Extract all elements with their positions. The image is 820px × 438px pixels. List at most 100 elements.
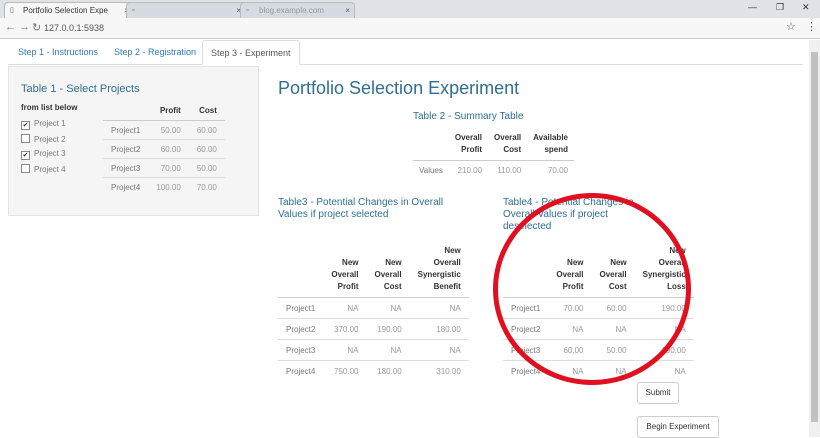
table-cell: 60.00 xyxy=(548,339,592,361)
table-row: Project3 NA NA NA xyxy=(278,339,469,361)
bookmark-star-icon[interactable]: ☆ xyxy=(786,20,796,33)
table-cell: 100.00 xyxy=(148,177,189,196)
close-tab-icon[interactable]: × xyxy=(345,3,350,18)
table-cell: NA xyxy=(548,360,592,381)
page-favicon-icon: ▯ xyxy=(10,7,14,14)
table-header: New Overall Synergistic Loss xyxy=(634,243,694,298)
table-cell: Project3 xyxy=(503,339,549,361)
close-window-icon[interactable]: ✕ xyxy=(802,2,810,13)
checkbox-box[interactable]: ✔ xyxy=(21,151,30,160)
summary-table: Overall Profit Overall Cost Available sp… xyxy=(413,130,574,179)
table-cell: 110.00 xyxy=(497,165,522,175)
table-row: Project4 100.00 70.00 xyxy=(103,177,225,196)
page-title: Portfolio Selection Experiment xyxy=(278,78,520,98)
tab-registration[interactable]: Step 2 - Registration xyxy=(106,40,204,64)
forward-icon[interactable]: → xyxy=(19,21,30,33)
table-header: Profit xyxy=(148,101,189,121)
table-cell: Project1 xyxy=(103,120,149,140)
table-header: New Overall Profit xyxy=(548,243,592,298)
table-row: Project1 70.00 60.00 190.00 xyxy=(503,297,694,319)
page-favicon-icon: ▫ xyxy=(132,7,135,14)
checkbox-box[interactable]: ✔ xyxy=(21,121,30,130)
table-header xyxy=(503,243,549,298)
submit-button[interactable]: Submit xyxy=(637,382,679,404)
project-checkbox-2[interactable]: Project 2 xyxy=(21,134,66,144)
back-icon[interactable]: ← xyxy=(5,21,16,33)
table-cell: 180.00 xyxy=(409,318,469,340)
begin-experiment-button[interactable]: Begin Experiment xyxy=(637,416,719,438)
table-header: Overall Cost xyxy=(488,130,528,161)
table-cell: NA xyxy=(366,297,410,319)
table-cell: 60.00 xyxy=(148,139,189,159)
table-row: Project2 NA NA NA xyxy=(503,318,694,340)
table-cell: Project2 xyxy=(503,318,549,340)
project-table: Profit Cost Project1 50.00 60.00 Project… xyxy=(103,101,225,196)
table-cell: 50.00 xyxy=(188,158,225,178)
browser-tab-portfolio[interactable]: ▯ Portfolio Selection Expe × xyxy=(4,2,134,18)
table-header: Cost xyxy=(188,101,225,121)
table-cell: Values xyxy=(419,165,443,175)
table-cell: Project1 xyxy=(278,297,324,319)
table-cell: 210.00 xyxy=(457,165,483,175)
table-cell: Project2 xyxy=(278,318,324,340)
table-row: Project3 60.00 50.00 190.00 xyxy=(503,339,694,361)
table-cell: NA xyxy=(591,318,635,340)
page-tab-nav: Step 1 - Instructions Step 2 - Registrat… xyxy=(8,40,803,65)
page-favicon-icon: ▫ xyxy=(246,7,249,14)
table-cell: 60.00 xyxy=(188,120,225,140)
table-cell: 70.00 xyxy=(188,177,225,196)
table-cell: 70.00 xyxy=(547,165,568,175)
table-cell: 50.00 xyxy=(148,120,189,140)
table-row: Project3 70.00 50.00 xyxy=(103,158,225,178)
table-cell: 190.00 xyxy=(366,318,410,340)
checkbox-box[interactable] xyxy=(21,134,30,143)
project-checkbox-3[interactable]: ✔ Project 3 xyxy=(21,149,66,160)
checkbox-label: Project 1 xyxy=(34,119,66,128)
browser-tab-3[interactable]: ▫ blog.example.com × xyxy=(240,2,355,18)
table-cell: 310.00 xyxy=(409,360,469,381)
project-checkbox-4[interactable]: Project 4 xyxy=(21,164,66,174)
table-cell: NA xyxy=(366,339,410,361)
table-cell: NA xyxy=(634,360,694,381)
table-row: Project4 NA NA NA xyxy=(503,360,694,381)
browser-tab-2[interactable]: ▫ × xyxy=(126,2,246,18)
checkbox-box[interactable] xyxy=(21,164,30,173)
project-selection-panel: Table 1 - Select Projects from list belo… xyxy=(8,66,259,216)
browser-tab-label: blog.example.com xyxy=(259,6,324,15)
selected-changes-table: New Overall Profit New Overall Cost New … xyxy=(278,243,469,381)
table-header xyxy=(278,243,324,298)
table-cell: 190.00 xyxy=(634,297,694,319)
from-list-label: from list below xyxy=(21,103,78,112)
table-cell: Project4 xyxy=(503,360,549,381)
table-row: Project2 60.00 60.00 xyxy=(103,139,225,159)
table-cell: 60.00 xyxy=(591,297,635,319)
minimize-icon[interactable]: — xyxy=(748,2,757,12)
table-cell: 70.00 xyxy=(148,158,189,178)
table-header: New Overall Cost xyxy=(366,243,410,298)
table-cell: 70.00 xyxy=(548,297,592,319)
deselected-changes-table: New Overall Profit New Overall Cost New … xyxy=(503,243,694,381)
table-cell: NA xyxy=(409,297,469,319)
table-cell: 190.00 xyxy=(634,339,694,361)
table-cell: NA xyxy=(591,360,635,381)
browser-menu-icon[interactable]: ⋮ xyxy=(806,20,817,33)
table-cell: NA xyxy=(634,318,694,340)
table-cell: NA xyxy=(323,339,367,361)
table-cell: 370.00 xyxy=(323,318,367,340)
table-cell: 180.00 xyxy=(366,360,410,381)
checkbox-label: Project 2 xyxy=(34,135,66,144)
address-bar-row: ← → ↻ 127.0.0.1:5938 ☆ ⋮ xyxy=(0,18,820,39)
checkbox-label: Project 4 xyxy=(34,165,66,174)
table-cell: Project3 xyxy=(278,339,324,361)
tab-experiment[interactable]: Step 3 - Experiment xyxy=(202,40,300,65)
tab-instructions[interactable]: Step 1 - Instructions xyxy=(10,40,106,64)
table-cell: 60.00 xyxy=(188,139,225,159)
table-cell: Project1 xyxy=(503,297,549,319)
project-checkbox-1[interactable]: ✔ Project 1 xyxy=(21,119,66,130)
table-cell: NA xyxy=(323,297,367,319)
url-field[interactable]: 127.0.0.1:5938 xyxy=(44,21,784,35)
browser-tab-label: Portfolio Selection Expe xyxy=(23,6,108,15)
reload-icon[interactable]: ↻ xyxy=(32,21,41,34)
maximize-icon[interactable]: ❐ xyxy=(776,2,784,13)
scrollbar-thumb[interactable] xyxy=(811,52,818,422)
